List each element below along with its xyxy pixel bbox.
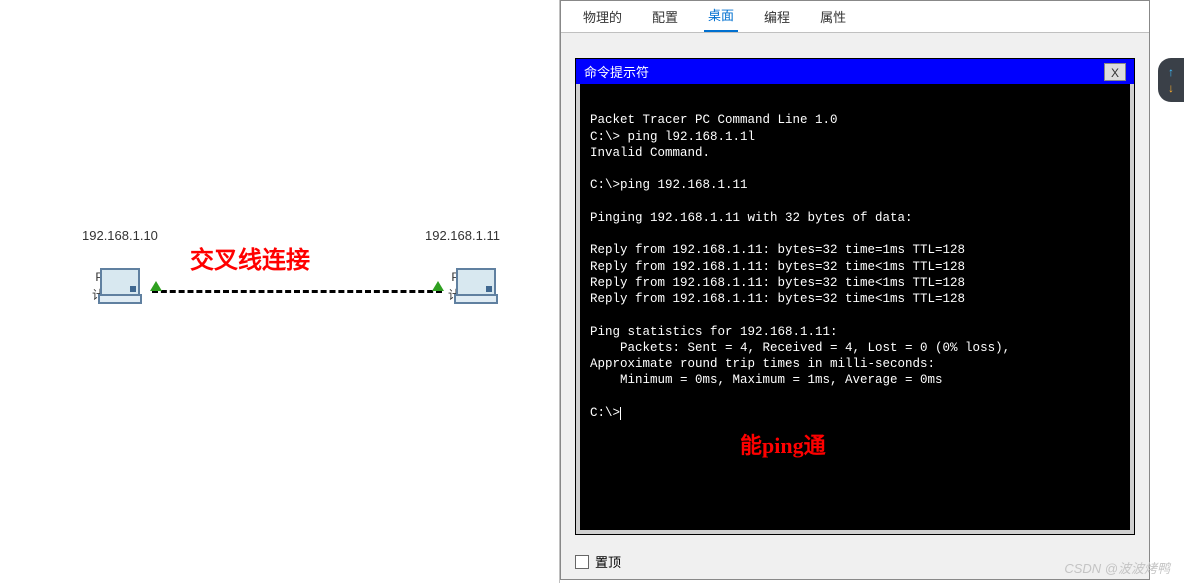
close-button[interactable]: X (1104, 63, 1126, 81)
always-on-top-row: 置顶 (575, 552, 621, 571)
topology-canvas: 192.168.1.10 192.168.1.11 交叉线连接 PC-PT 计算… (0, 0, 560, 583)
computer-icon (448, 268, 504, 308)
watermark: CSDN @波波烤鸭 (1064, 558, 1170, 577)
arrow-down-icon: ↓ (1168, 81, 1174, 95)
arrow-up-icon: ↑ (1168, 65, 1174, 79)
command-prompt-window: 命令提示符 X Packet Tracer PC Command Line 1.… (575, 58, 1135, 535)
device-config-panel: 物理的 配置 桌面 编程 属性 命令提示符 X Packet Tracer PC… (560, 0, 1150, 580)
crossover-cable (152, 290, 442, 293)
cable-label: 交叉线连接 (190, 240, 310, 275)
pc1-device[interactable]: PC-PT 计算机1 (448, 268, 491, 303)
pc0-device[interactable]: PC-PT 计算机0 (92, 268, 135, 303)
ping-ok-annotation: 能ping通 (740, 432, 826, 461)
ip-label-pc0: 192.168.1.10 (82, 228, 158, 243)
tab-physical[interactable]: 物理的 (579, 1, 626, 32)
always-on-top-checkbox[interactable] (575, 555, 589, 569)
cmd-title-text: 命令提示符 (584, 62, 649, 81)
tab-desktop[interactable]: 桌面 (704, 0, 738, 32)
config-tabs: 物理的 配置 桌面 编程 属性 (561, 1, 1149, 33)
computer-icon (92, 268, 148, 308)
always-on-top-label: 置顶 (595, 552, 621, 571)
ip-label-pc1: 192.168.1.11 (425, 228, 500, 243)
cursor-icon (620, 407, 621, 420)
tab-config[interactable]: 配置 (648, 1, 682, 32)
side-badge[interactable]: ↑ ↓ (1158, 58, 1184, 102)
tab-attributes[interactable]: 属性 (816, 1, 850, 32)
tab-programming[interactable]: 编程 (760, 1, 794, 32)
cmd-terminal[interactable]: Packet Tracer PC Command Line 1.0 C:\> p… (576, 84, 1134, 534)
link-up-dot-left (150, 281, 162, 291)
cmd-output: Packet Tracer PC Command Line 1.0 C:\> p… (590, 113, 1010, 420)
cmd-titlebar: 命令提示符 X (576, 59, 1134, 84)
link-up-dot-right (432, 281, 444, 291)
